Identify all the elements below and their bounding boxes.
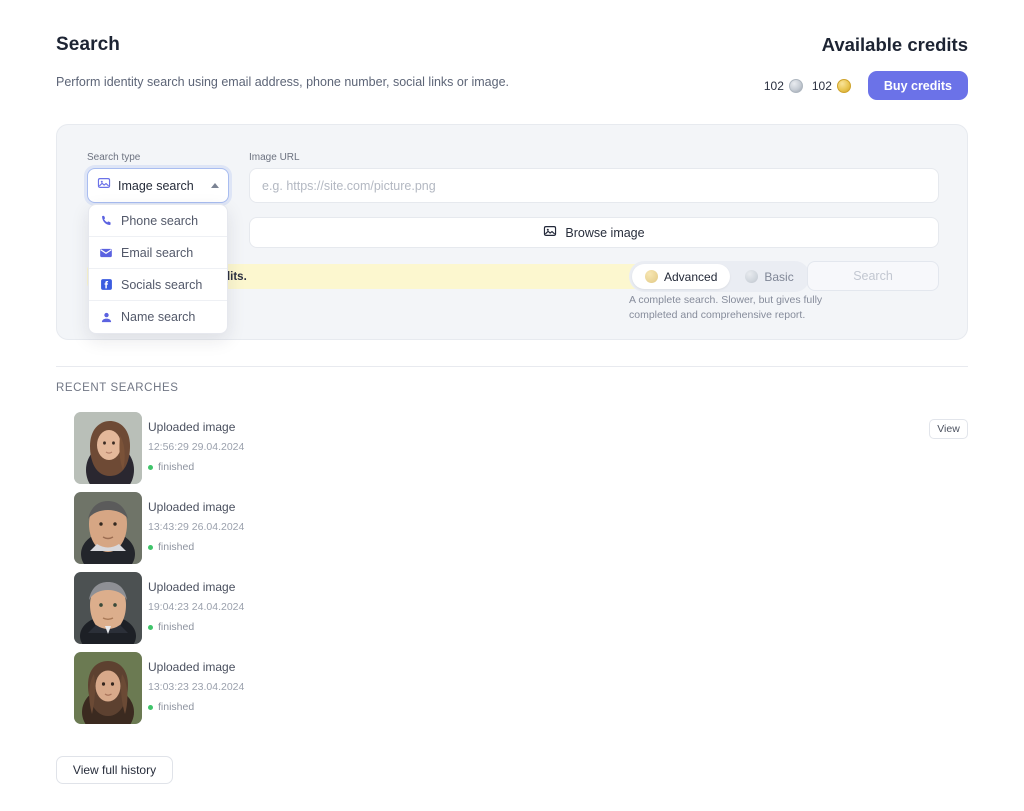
- item-title: Uploaded image: [148, 420, 236, 434]
- item-info: Uploaded image 12:56:29 29.04.2024 finis…: [148, 420, 244, 473]
- dropdown-option-email-search[interactable]: Email search: [89, 237, 227, 269]
- item-title: Uploaded image: [148, 580, 236, 594]
- mode-option-basic[interactable]: Basic: [732, 264, 806, 289]
- section-divider: [56, 366, 968, 367]
- search-type-label: Search type: [87, 152, 141, 163]
- credits-row: 102 102 Buy credits: [764, 71, 968, 100]
- table-row[interactable]: Uploaded image 12:56:29 29.04.2024 finis…: [56, 412, 968, 492]
- mode-option-advanced[interactable]: Advanced: [632, 264, 731, 289]
- advanced-credit-value: 102: [763, 78, 784, 93]
- chevron-up-icon: [211, 183, 219, 188]
- status-badge: finished: [148, 461, 244, 473]
- browse-image-label: Browse image: [565, 225, 645, 240]
- page-header: Search Perform identity search using ema…: [56, 34, 968, 100]
- status-label: finished: [158, 621, 195, 633]
- status-dot-icon: [148, 544, 153, 550]
- table-row[interactable]: Uploaded image 13:43:29 26.04.2024 finis…: [56, 492, 968, 572]
- search-type-value: Image search: [118, 178, 194, 193]
- advanced-credit-counter: 102: [763, 78, 803, 93]
- status-label: finished: [158, 541, 195, 553]
- avatar: [74, 572, 142, 644]
- item-timestamp: 19:04:23 24.04.2024: [148, 601, 245, 613]
- item-title: Uploaded image: [148, 660, 236, 674]
- image-url-label: Image URL: [249, 152, 300, 163]
- status-badge: finished: [148, 621, 244, 633]
- item-info: Uploaded image 13:43:29 26.04.2024 finis…: [148, 500, 244, 553]
- item-timestamp: 13:03:23 23.04.2024: [148, 681, 245, 693]
- item-info: Uploaded image 19:04:23 24.04.2024 finis…: [148, 580, 244, 633]
- dropdown-option-phone-search[interactable]: Phone search: [89, 205, 227, 237]
- dropdown-option-socials-search[interactable]: Socials search: [89, 269, 227, 301]
- credits-title: Available credits: [821, 34, 968, 55]
- buy-credits-button[interactable]: Buy credits: [867, 71, 968, 100]
- status-dot-icon: [148, 624, 153, 630]
- search-mode-toggle[interactable]: Advanced Basic: [629, 261, 810, 292]
- status-badge: finished: [148, 541, 244, 553]
- avatar: [74, 652, 142, 724]
- browse-image-button[interactable]: Browse image: [249, 217, 939, 248]
- basic-credit-counter: 102: [811, 78, 851, 93]
- item-timestamp: 12:56:29 29.04.2024: [148, 441, 245, 453]
- search-mode-description: A complete search. Slower, but gives ful…: [629, 294, 823, 322]
- status-label: finished: [158, 701, 195, 713]
- gold-coin-icon: [645, 270, 658, 283]
- table-row[interactable]: Uploaded image 13:03:23 23.04.2024 finis…: [56, 652, 968, 732]
- silver-coin-icon: [745, 270, 759, 283]
- status-dot-icon: [148, 704, 153, 710]
- item-info: Uploaded image 13:03:23 23.04.2024 finis…: [148, 660, 244, 713]
- credits-block: Available credits 102 102 Buy credits: [764, 34, 968, 100]
- image-url-input[interactable]: [249, 168, 939, 203]
- mode-basic-label: Basic: [764, 269, 794, 284]
- facebook-icon: [99, 278, 113, 292]
- view-button[interactable]: View: [929, 419, 968, 439]
- image-icon: [97, 176, 111, 195]
- avatar: [74, 492, 142, 564]
- table-row[interactable]: Uploaded image 19:04:23 24.04.2024 finis…: [56, 572, 968, 652]
- browse-image-icon: [543, 224, 557, 241]
- avatar: [74, 412, 142, 484]
- basic-credit-value: 102: [811, 78, 832, 93]
- status-dot-icon: [148, 464, 153, 470]
- dropdown-option-label: Phone search: [121, 213, 199, 228]
- search-inputs-row: Search type Image search Image URL: [87, 152, 939, 203]
- phone-icon: [99, 214, 113, 228]
- status-label: finished: [158, 461, 195, 473]
- recent-searches-heading: RECENT SEARCHES: [56, 382, 179, 394]
- search-type-field: Search type Image search: [87, 152, 229, 203]
- dropdown-option-name-search[interactable]: Name search: [89, 301, 227, 333]
- person-icon: [99, 310, 113, 324]
- search-type-select[interactable]: Image search: [87, 168, 229, 203]
- envelope-icon: [99, 246, 113, 260]
- mode-advanced-label: Advanced: [664, 269, 718, 284]
- gold-coin-icon: [836, 78, 851, 93]
- image-url-field: Image URL: [249, 152, 939, 203]
- search-type-dropdown[interactable]: Phone search Email search Socials search…: [88, 204, 228, 334]
- silver-coin-icon: [788, 78, 803, 93]
- recent-searches-list: Uploaded image 12:56:29 29.04.2024 finis…: [56, 412, 968, 732]
- status-badge: finished: [148, 701, 244, 713]
- dropdown-option-label: Name search: [121, 310, 196, 324]
- item-timestamp: 13:43:29 26.04.2024: [148, 521, 245, 533]
- search-page: Search Perform identity search using ema…: [0, 0, 1024, 811]
- item-title: Uploaded image: [148, 500, 236, 514]
- view-full-history-button[interactable]: View full history: [56, 756, 173, 784]
- dropdown-option-label: Email search: [121, 245, 194, 260]
- dropdown-option-label: Socials search: [121, 277, 203, 292]
- search-button[interactable]: Search: [807, 261, 939, 291]
